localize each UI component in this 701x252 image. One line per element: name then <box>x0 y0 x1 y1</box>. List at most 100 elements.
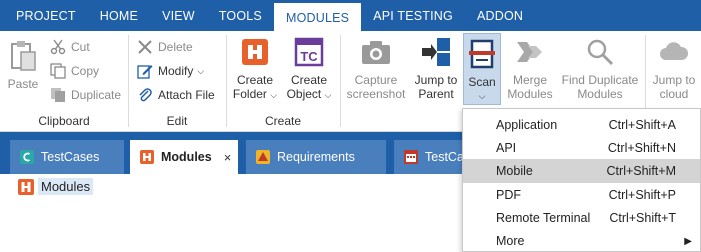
cut-button[interactable]: Cut <box>50 37 90 57</box>
create-object-label-text: Object <box>286 87 322 101</box>
scan-menu-item-more[interactable]: More ▶ <box>463 229 700 252</box>
camera-icon <box>359 35 393 69</box>
jump-parent-label-line1: Jump to <box>414 73 458 87</box>
tree-item-label: Modules <box>38 178 94 195</box>
scan-menu-item-mobile[interactable]: Mobile Ctrl+Shift+M <box>463 159 700 183</box>
tab-testcases-2[interactable]: TestCas <box>394 140 470 174</box>
menu-item-shortcut: Ctrl+Shift+N <box>607 141 676 155</box>
jump-parent-label-line2: Parent <box>418 87 454 101</box>
scan-label: Scan <box>468 75 496 89</box>
menu-item-label: PDF <box>496 188 521 202</box>
create-folder-button[interactable]: Create Folder ⌵ <box>230 35 280 102</box>
merge-label-line1: Merge <box>512 73 547 87</box>
tab-requirements[interactable]: Requirements <box>246 140 386 174</box>
menu-item-shortcut: Ctrl+Shift+T <box>609 211 676 225</box>
cut-label: Cut <box>71 40 90 54</box>
chevron-down-icon: ⌵ <box>478 91 486 101</box>
menu-tab-view[interactable]: VIEW <box>150 0 207 31</box>
menu-item-shortcut: Ctrl+Shift+P <box>608 188 676 202</box>
scanner-icon <box>465 37 499 71</box>
create-object-label-line1: Create <box>290 73 328 87</box>
duplicate-button[interactable]: Duplicate <box>50 85 121 105</box>
delete-button[interactable]: Delete <box>137 37 193 57</box>
module-folder-icon <box>238 35 272 69</box>
scan-menu-item-pdf[interactable]: PDF Ctrl+Shift+P <box>463 183 700 207</box>
menu-tab-tools[interactable]: TOOLS <box>207 0 274 31</box>
find-label-line2: Modules <box>577 87 623 101</box>
scan-button[interactable]: Scan ⌵ <box>463 33 501 105</box>
tab-modules-label: Modules <box>161 150 212 164</box>
tab-testcases[interactable]: TestCases <box>10 140 124 174</box>
chevron-down-icon: ⌵ <box>270 90 278 100</box>
tab-requirements-label: Requirements <box>277 150 355 164</box>
testcases-icon <box>20 150 34 164</box>
menu-item-label: Mobile <box>496 164 533 178</box>
duplicate-icon <box>50 87 66 103</box>
create-object-label-line2: Object ⌵ <box>287 87 332 102</box>
modify-button[interactable]: Modify ⌵ <box>137 61 204 81</box>
paste-icon <box>6 39 40 73</box>
tree-item-modules[interactable]: Modules <box>18 178 94 195</box>
copy-button[interactable]: Copy <box>50 61 99 81</box>
tc-object-icon: TC <box>292 35 326 69</box>
tab-modules[interactable]: Modules × <box>130 140 238 174</box>
create-folder-label-line1: Create <box>236 73 274 87</box>
pencil-icon <box>137 63 153 79</box>
delete-x-icon <box>137 39 153 55</box>
edit-group-label: Edit <box>166 114 188 128</box>
menu-tab-api-testing[interactable]: API TESTING <box>361 0 465 31</box>
scan-menu-item-api[interactable]: API Ctrl+Shift+N <box>463 136 700 160</box>
paste-label: Paste <box>7 77 39 91</box>
capture-screenshot-button[interactable]: Capture screenshot <box>344 35 408 101</box>
menu-tab-modules[interactable]: MODULES <box>273 3 362 31</box>
find-duplicate-modules-button[interactable]: Find Duplicate Modules <box>558 35 642 101</box>
magnifier-icon <box>583 35 617 69</box>
jump-cloud-label-line1: Jump to <box>652 73 696 87</box>
modify-label: Modify <box>158 64 194 78</box>
chevron-down-icon: ⌵ <box>324 90 332 100</box>
merge-modules-button[interactable]: Merge Modules <box>504 35 556 101</box>
close-icon[interactable]: × <box>224 150 232 165</box>
menu-tab-project[interactable]: PROJECT <box>0 0 88 31</box>
attach-file-button[interactable]: Attach File <box>137 85 215 105</box>
clipboard-group-label: Clipboard <box>38 114 90 128</box>
menu-item-label: Remote Terminal <box>496 211 591 225</box>
menu-item-label: More <box>496 234 525 248</box>
menu-bar: PROJECT HOME VIEW TOOLS MODULES API TEST… <box>0 0 701 31</box>
menu-item-shortcut: Ctrl+Shift+M <box>606 164 676 178</box>
scan-menu-item-application[interactable]: Application Ctrl+Shift+A <box>463 113 700 137</box>
attach-file-label: Attach File <box>158 88 215 102</box>
tab-testcases-label: TestCases <box>41 150 100 164</box>
menu-item-label: API <box>496 141 517 155</box>
requirements-icon <box>256 150 270 164</box>
menu-tab-addon[interactable]: ADDON <box>465 0 535 31</box>
jump-to-parent-button[interactable]: Jump to Parent <box>411 35 461 101</box>
scissors-icon <box>50 39 66 55</box>
create-folder-label-text: Folder <box>232 87 267 101</box>
edit-group: Delete Modify ⌵ Attach File Edit <box>129 31 225 132</box>
merge-label-line2: Modules <box>507 87 553 101</box>
find-label-line1: Find Duplicate <box>561 73 639 87</box>
capture-label-line2: screenshot <box>346 87 406 101</box>
jump-to-cloud-button[interactable]: Jump to cloud <box>650 35 698 101</box>
capture-label-line1: Capture <box>354 73 398 87</box>
scan-dropdown-menu: Application Ctrl+Shift+A API Ctrl+Shift+… <box>462 108 701 252</box>
duplicate-label: Duplicate <box>71 88 122 102</box>
cloud-icon <box>657 35 691 69</box>
delete-label: Delete <box>158 40 193 54</box>
paperclip-icon <box>137 87 153 103</box>
clipboard-group: Paste Cut Copy Duplicate Clipboard <box>0 31 128 132</box>
svg-text:TC: TC <box>300 49 318 64</box>
copy-label: Copy <box>71 64 100 78</box>
create-object-button[interactable]: TC Create Object ⌵ <box>283 35 335 102</box>
create-folder-label-line2: Folder ⌵ <box>233 87 277 102</box>
scan-menu-item-remote-terminal[interactable]: Remote Terminal Ctrl+Shift+T <box>463 206 700 230</box>
create-group: Create Folder ⌵ TC Create Object ⌵ Creat… <box>227 31 339 132</box>
module-icon <box>18 178 34 195</box>
paste-button[interactable]: Paste <box>6 39 40 91</box>
jump-cloud-label-line2: cloud <box>659 87 689 101</box>
menu-tab-home[interactable]: HOME <box>88 0 150 31</box>
submenu-arrow-icon: ▶ <box>684 235 692 247</box>
merge-icon <box>513 35 547 69</box>
create-group-label: Create <box>264 114 302 128</box>
